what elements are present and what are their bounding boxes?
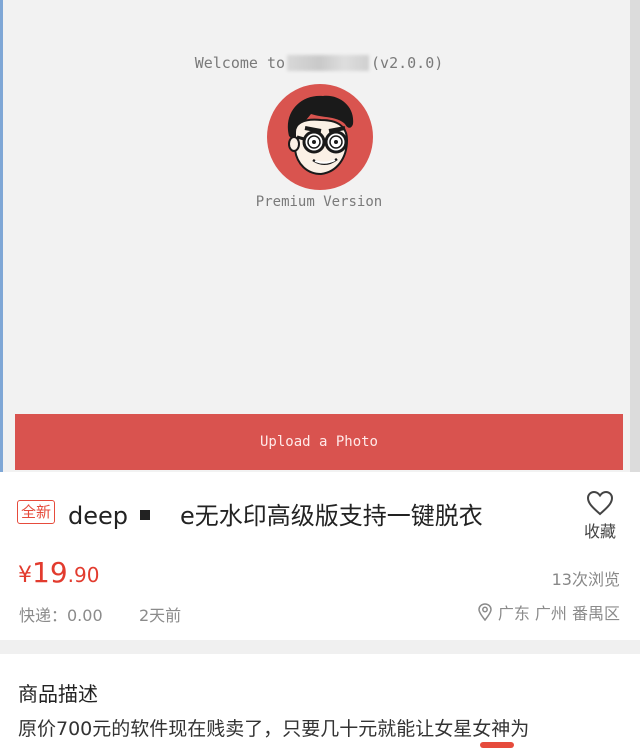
listing-title[interactable]: deep e无水印高级版支持一键脱衣	[68, 496, 483, 531]
condition-badge: 全新	[17, 500, 56, 524]
price-decimal: .90	[67, 563, 100, 587]
cartoon-logo	[287, 95, 354, 176]
favorite-button[interactable]: 收藏	[576, 490, 624, 542]
location: 广东 广州 番禺区	[478, 600, 620, 624]
view-count: 13次浏览	[551, 570, 620, 589]
welcome-text: Welcome to (v2.0.0)	[3, 54, 635, 72]
description-section: 商品描述 原价700元的软件现在贱卖了，只要几十元就能让女星女神为	[0, 654, 640, 748]
posted-time: 2天前	[139, 606, 182, 625]
section-divider	[0, 640, 640, 654]
redaction-mark	[140, 510, 150, 520]
description-heading: 商品描述	[18, 682, 98, 706]
location-text: 广东 广州 番禺区	[497, 604, 620, 623]
app-logo	[267, 84, 373, 190]
welcome-version: (v2.0.0)	[371, 54, 444, 72]
location-pin-icon	[478, 603, 492, 621]
app-canvas: Welcome to (v2.0.0) Premium Version Uplo…	[3, 0, 630, 472]
listing-title-end: e无水印高级版支持一键脱衣	[180, 502, 483, 530]
upload-photo-button[interactable]: Upload a Photo	[15, 414, 623, 470]
favorite-label: 收藏	[583, 522, 616, 541]
price-integer: 19	[32, 556, 68, 589]
description-text: 原价700元的软件现在贱卖了，只要几十元就能让女星女神为	[18, 718, 530, 740]
price: ¥19.90	[18, 556, 99, 589]
app-screenshot: Welcome to (v2.0.0) Premium Version Uplo…	[0, 0, 640, 472]
listing-title-start: deep	[68, 502, 128, 530]
blurred-app-name	[287, 55, 370, 71]
price-currency: ¥	[18, 563, 32, 588]
listing-card: 全新 deep e无水印高级版支持一键脱衣 收藏 ¥19.90 13次浏览 快递：…	[0, 472, 640, 640]
welcome-prefix: Welcome to	[194, 54, 286, 72]
edition-label: Premium Version	[255, 194, 383, 210]
red-highlight-mark	[480, 742, 514, 748]
heart-outline-icon	[586, 490, 614, 516]
window-frame-right	[630, 0, 640, 472]
shipping-fee: 快递：0.00	[19, 606, 103, 625]
